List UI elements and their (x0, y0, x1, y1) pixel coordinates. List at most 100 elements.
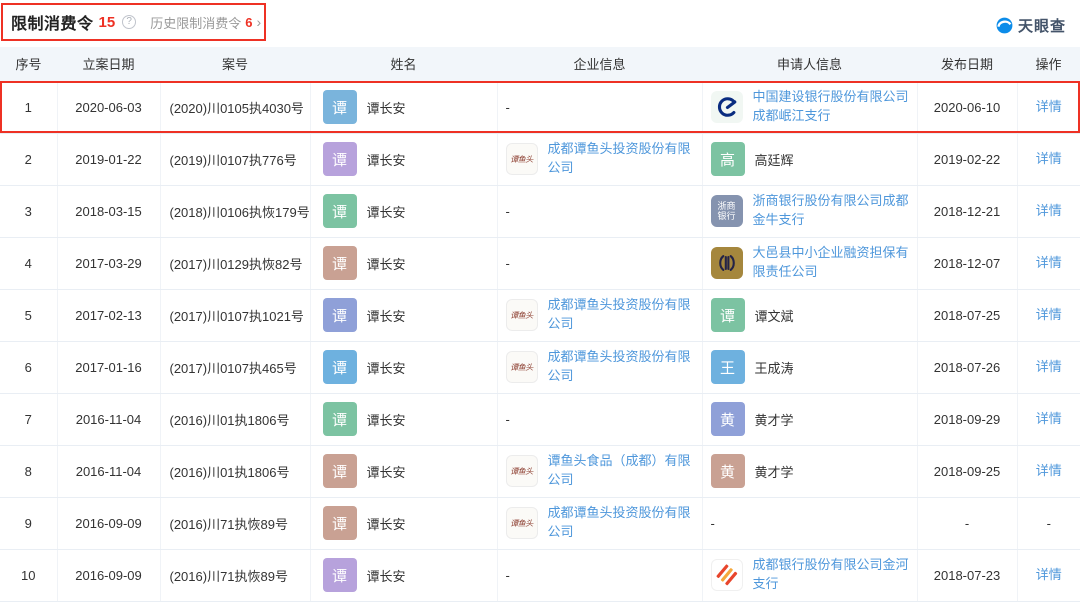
applicant-entity: 黄黄才学 (710, 454, 909, 488)
company-link[interactable]: 成都谭鱼头投资股份有限公司 (548, 504, 694, 542)
applicant-avatar: 高 (710, 142, 745, 176)
tanyutou-company-logo-icon: 谭鱼头 (505, 351, 538, 383)
applicant-link[interactable]: 成都银行股份有限公司金河支行 (753, 556, 909, 594)
detail-link[interactable]: 详情 (1036, 203, 1062, 218)
person-entity: 谭谭长安 (322, 142, 489, 176)
table-header-row: 序号 立案日期 案号 姓名 企业信息 申请人信息 发布日期 操作 (0, 47, 1080, 82)
person-name: 谭长安 (366, 464, 406, 480)
detail-link[interactable]: 详情 (1036, 359, 1062, 374)
column-header: 立案日期 (57, 47, 160, 82)
filing-date-cell: 2016-09-09 (57, 549, 161, 602)
serial-cell: 10 (0, 549, 58, 602)
case-number-cell: (2017)川0129执恢82号 (160, 237, 311, 290)
brand-name: 天眼查 (1017, 18, 1066, 35)
detail-link[interactable]: 详情 (1036, 99, 1062, 114)
applicant-entity: 大邑县中小企业融资担保有限责任公司 (710, 244, 909, 282)
company-link[interactable]: 成都谭鱼头投资股份有限公司 (548, 348, 694, 386)
serial-cell: 5 (0, 289, 58, 342)
zheshang-logo-line1: 浙商 (717, 200, 736, 211)
detail-link[interactable]: 详情 (1036, 255, 1062, 270)
applicant-entity: 黄黄才学 (710, 402, 909, 436)
action-cell: 详情 (1017, 133, 1080, 186)
applicant-link[interactable]: 浙商银行股份有限公司成都金牛支行 (753, 192, 909, 230)
serial-cell: 2 (0, 133, 58, 186)
table-row: 4 2017-03-29 (2017)川0129执恢82号谭谭长安 - 大邑县中小企业融… (0, 237, 1080, 290)
column-header: 案号 (160, 47, 310, 82)
applicant-name: 黄才学 (754, 412, 794, 428)
applicant-cell: 高高廷辉 (702, 133, 918, 186)
applicant-avatar: 王 (710, 350, 745, 384)
history-link[interactable]: 历史限制消费令 6 › (150, 13, 261, 32)
case-number-cell: (2017)川0107执465号 (160, 341, 311, 394)
tanyutou-logo-label: 谭鱼头 (510, 362, 533, 372)
company-link[interactable]: 成都谭鱼头投资股份有限公司 (548, 140, 694, 178)
empty-value: - (505, 411, 510, 427)
tanyutou-company-logo-icon: 谭鱼头 (505, 455, 538, 487)
applicant-entity: 高高廷辉 (710, 142, 909, 176)
person-cell: 谭谭长安 (310, 185, 498, 238)
tanyutou-logo-label: 谭鱼头 (510, 518, 533, 528)
applicant-link[interactable]: 中国建设银行股份有限公司成都岷江支行 (753, 88, 909, 126)
filing-date-cell: 2016-11-04 (57, 445, 161, 498)
tanyutou-company-logo-icon: 谭鱼头 (505, 299, 538, 331)
applicant-entity: 成都银行股份有限公司金河支行 (710, 556, 909, 594)
applicant-entity: 王王成涛 (710, 350, 909, 384)
action-cell: 详情 (1017, 185, 1080, 238)
table-row: 6 2017-01-16 (2017)川0107执465号谭谭长安 谭鱼头 成都谭鱼头投… (0, 341, 1080, 394)
action-cell: 详情 (1017, 81, 1080, 134)
action-cell: 详情 (1017, 341, 1080, 394)
detail-link[interactable]: 详情 (1036, 567, 1062, 582)
company-entity: 谭鱼头 成都谭鱼头投资股份有限公司 (505, 140, 694, 178)
case-number-cell: (2018)川0106执恢179号 (160, 185, 311, 238)
applicant-avatar: 黄 (710, 454, 745, 488)
person-entity: 谭谭长安 (322, 194, 489, 228)
company-link[interactable]: 成都谭鱼头投资股份有限公司 (548, 296, 694, 334)
applicant-avatar: 谭 (710, 298, 745, 332)
person-avatar: 谭 (322, 402, 357, 436)
person-entity: 谭谭长安 (322, 454, 489, 488)
history-count: 6 (245, 14, 253, 30)
company-entity: 谭鱼头 成都谭鱼头投资股份有限公司 (505, 348, 694, 386)
bank-of-chengdu-logo-icon (710, 559, 743, 591)
person-entity: 谭谭长安 (322, 558, 489, 592)
filing-date-cell: 2016-09-09 (57, 497, 161, 550)
company-cell: 谭鱼头 成都谭鱼头投资股份有限公司 (497, 133, 703, 186)
applicant-name: 谭文斌 (754, 308, 794, 324)
person-name: 谭长安 (366, 360, 406, 376)
applicant-name: 黄才学 (754, 464, 794, 480)
person-name: 谭长安 (366, 256, 406, 272)
empty-value: - (505, 203, 510, 219)
zheshang-bank-logo-icon: 浙商 银行 (710, 195, 743, 227)
person-name: 谭长安 (366, 412, 406, 428)
publish-date-cell: 2018-09-29 (917, 393, 1018, 446)
company-link[interactable]: 谭鱼头食品（成都）有限公司 (548, 452, 694, 490)
person-entity: 谭谭长安 (322, 506, 489, 540)
person-entity: 谭谭长安 (322, 298, 489, 332)
filing-date-cell: 2017-02-13 (57, 289, 161, 342)
empty-value: - (710, 515, 715, 531)
publish-date-cell: 2018-12-07 (917, 237, 1018, 290)
action-cell: 详情 (1017, 289, 1080, 342)
company-cell: - (497, 81, 703, 134)
applicant-link[interactable]: 大邑县中小企业融资担保有限责任公司 (753, 244, 909, 282)
detail-link[interactable]: 详情 (1036, 411, 1062, 426)
filing-date-cell: 2020-06-03 (57, 81, 161, 134)
person-avatar: 谭 (322, 298, 357, 332)
detail-link[interactable]: 详情 (1036, 307, 1062, 322)
person-avatar: 谭 (322, 350, 357, 384)
applicant-entity: 谭谭文斌 (710, 298, 909, 332)
company-entity: 谭鱼头 谭鱼头食品（成都）有限公司 (505, 452, 694, 490)
person-avatar: 谭 (322, 194, 357, 228)
publish-date-cell: 2019-02-22 (917, 133, 1018, 186)
detail-link[interactable]: 详情 (1036, 463, 1062, 478)
detail-link[interactable]: 详情 (1036, 151, 1062, 166)
column-header: 申请人信息 (702, 47, 917, 82)
help-icon[interactable]: ? (122, 15, 137, 29)
table-row: 7 2016-11-04 (2016)川01执1806号谭谭长安 - 黄黄才学 2018-… (0, 393, 1080, 446)
applicant-name: 王成涛 (754, 360, 794, 376)
table-row: 3 2018-03-15 (2018)川0106执恢179号谭谭长安 - 浙商 银行 浙商银… (0, 185, 1080, 238)
tanyutou-company-logo-icon: 谭鱼头 (505, 507, 538, 539)
company-cell: - (497, 237, 703, 290)
tanyutou-logo-label: 谭鱼头 (510, 466, 533, 476)
brand-logo[interactable]: 天眼查 (995, 15, 1066, 36)
